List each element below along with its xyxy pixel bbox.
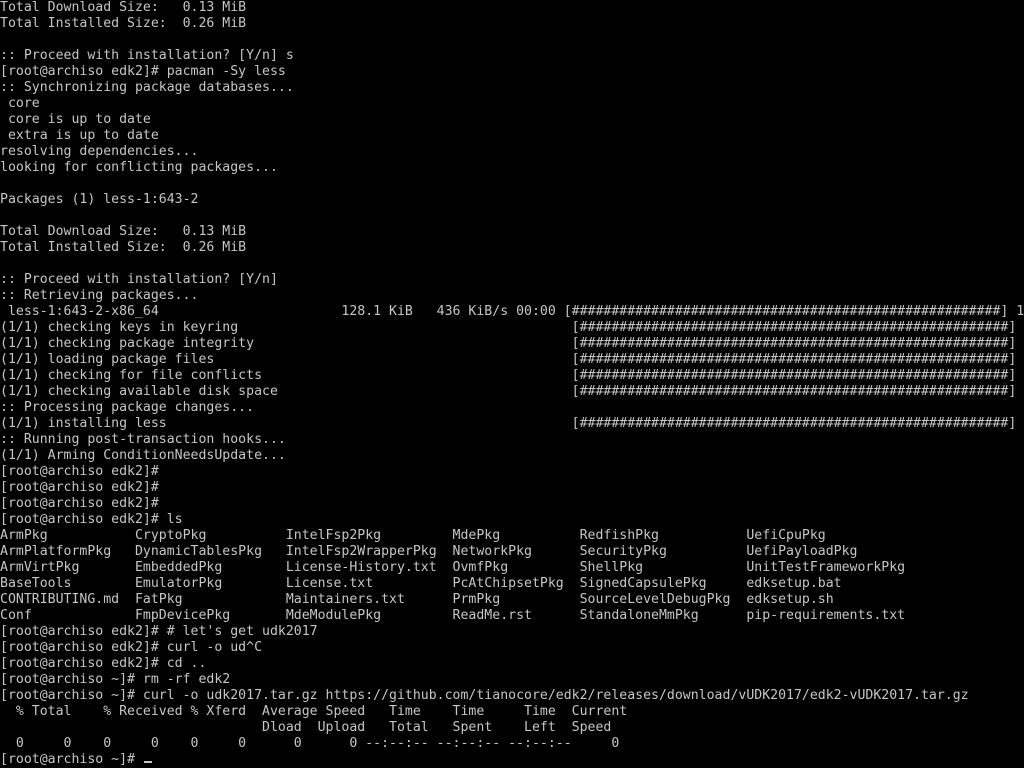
terminal-line: core is up to date [0, 112, 151, 127]
terminal-line: [root@archiso edk2]# pacman -Sy less [0, 64, 286, 79]
terminal-line: :: Proceed with installation? [Y/n] s [0, 48, 294, 63]
prompt-line: [root@archiso edk2]# ls [0, 512, 183, 527]
terminal-line: :: Processing package changes... [0, 400, 255, 415]
curl-header-line: % Total % Received % Xferd Average Speed… [0, 704, 628, 719]
terminal-line: :: Retrieving packages... [0, 288, 199, 303]
curl-header-line: Dload Upload Total Spent Left Speed [0, 720, 612, 735]
curl-progress-line: 0 0 0 0 0 0 0 0 --:--:-- --:--:-- --:--:… [0, 736, 620, 751]
progress-line: (1/1) checking keys in keyring [########… [0, 320, 1024, 335]
ls-output-line: ArmPkg CryptoPkg IntelFsp2Pkg MdePkg Red… [0, 528, 826, 543]
terminal-screen[interactable]: Total Download Size: 0.13 MiB Total Inst… [0, 0, 1024, 768]
terminal-line: Total Download Size: 0.13 MiB [0, 224, 247, 239]
progress-line: (1/1) checking package integrity [######… [0, 336, 1024, 351]
terminal-line: core [0, 96, 40, 111]
prompt-text: [root@archiso ~]# [0, 752, 143, 767]
prompt-line: [root@archiso ~]# rm -rf edk2 [0, 672, 231, 687]
terminal-line: resolving dependencies... [0, 144, 199, 159]
terminal-line: Total Installed Size: 0.26 MiB [0, 16, 247, 31]
progress-line: (1/1) loading package files [###########… [0, 352, 1024, 367]
terminal-line: (1/1) Arming ConditionNeedsUpdate... [0, 448, 286, 463]
terminal-line: Packages (1) less-1:643-2 [0, 192, 199, 207]
ls-output-line: ArmPlatformPkg DynamicTablesPkg IntelFsp… [0, 544, 858, 559]
prompt-line: [root@archiso edk2]# [0, 480, 159, 495]
terminal-line: :: Synchronizing package databases... [0, 80, 294, 95]
progress-line: (1/1) installing less [#################… [0, 416, 1024, 431]
text-cursor [143, 761, 152, 763]
ls-output-line: CONTRIBUTING.md FatPkg Maintainers.txt P… [0, 592, 834, 607]
prompt-line: [root@archiso edk2]# curl -o ud^C [0, 640, 263, 655]
terminal-line: Total Download Size: 0.13 MiB [0, 0, 247, 15]
prompt-line: [root@archiso ~]# curl -o udk2017.tar.gz… [0, 688, 969, 703]
prompt-line: [root@archiso edk2]# [0, 496, 159, 511]
prompt-line: [root@archiso edk2]# cd .. [0, 656, 207, 671]
progress-line: less-1:643-2-x86_64 128.1 KiB 436 KiB/s … [0, 304, 1024, 319]
ls-output-line: BaseTools EmulatorPkg License.txt PcAtCh… [0, 576, 842, 591]
terminal-line: extra is up to date [0, 128, 159, 143]
progress-line: (1/1) checking for file conflicts [#####… [0, 368, 1024, 383]
terminal-line: :: Running post-transaction hooks... [0, 432, 286, 447]
active-prompt-line[interactable]: [root@archiso ~]# [0, 752, 1024, 768]
terminal-line: looking for conflicting packages... [0, 160, 278, 175]
prompt-line: [root@archiso edk2]# # let's get udk2017 [0, 624, 318, 639]
progress-line: (1/1) checking available disk space [###… [0, 384, 1024, 399]
ls-output-line: Conf FmpDevicePkg MdeModulePkg ReadMe.rs… [0, 608, 906, 623]
terminal-line: :: Proceed with installation? [Y/n] [0, 272, 278, 287]
prompt-line: [root@archiso edk2]# [0, 464, 159, 479]
terminal-line: Total Installed Size: 0.26 MiB [0, 240, 247, 255]
ls-output-line: ArmVirtPkg EmbeddedPkg License-History.t… [0, 560, 906, 575]
